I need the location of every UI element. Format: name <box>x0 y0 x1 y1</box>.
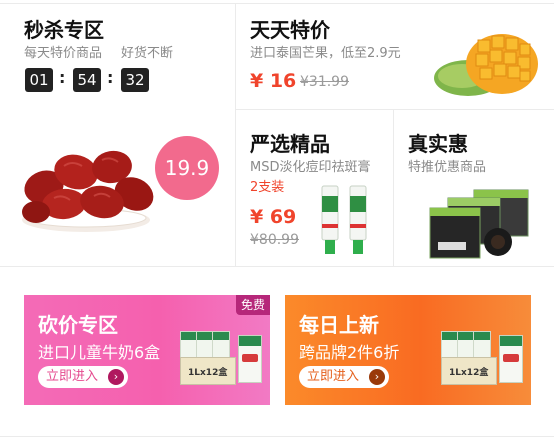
selected-note: 2支装 <box>250 180 285 195</box>
case-label: 1Lx12盒 <box>188 368 228 378</box>
milk-carton-icon: 1Lx12盒 <box>441 331 525 387</box>
chevron-right-icon: › <box>108 369 124 385</box>
price-badge: 19.9 <box>155 136 219 200</box>
new-arrivals-enter-label: 立即进入 <box>307 369 360 384</box>
flash-sale-subtitle: 每天特价商品 <box>24 46 103 61</box>
flash-sale-panel[interactable]: 秒杀专区 每天特价商品 好货不断 01 : 54 : 32 19.9 <box>0 4 235 266</box>
new-arrivals-banner[interactable]: 每日上新 跨品牌2件6折 立即进入 › 1Lx12盒 <box>285 295 531 405</box>
ointment-tube-icon <box>321 185 367 254</box>
free-tag: 免费 <box>236 295 270 315</box>
countdown-minutes: 54 <box>73 68 101 92</box>
flash-sale-title: 秒杀专区 <box>24 18 104 42</box>
divider-section <box>0 266 554 267</box>
bargain-enter-label: 立即进入 <box>46 369 99 384</box>
countdown-seconds: 32 <box>121 68 149 92</box>
selected-price: ¥ 69 <box>250 206 297 228</box>
new-arrivals-subtitle: 跨品牌2件6折 <box>299 343 400 362</box>
case-label: 1Lx12盒 <box>449 368 489 378</box>
selected-panel[interactable]: 严选精品 MSD淡化痘印祛斑膏 2支装 ¥ 69 ¥80.99 <box>236 110 393 266</box>
selected-title: 严选精品 <box>250 132 330 156</box>
real-deal-panel[interactable]: 真实惠 特推优惠商品 <box>394 110 554 266</box>
flash-sale-subtitle-2: 好货不断 <box>121 46 174 61</box>
promo-page: 秒杀专区 每天特价商品 好货不断 01 : 54 : 32 19.9 天天特价 … <box>0 0 554 440</box>
chevron-right-icon: › <box>369 369 385 385</box>
bargain-enter-button[interactable]: 立即进入 › <box>38 366 128 388</box>
product-boxes-icon <box>429 189 529 259</box>
daily-special-panel[interactable]: 天天特价 进口泰国芒果，低至2.9元 ¥ 16 ¥31.99 <box>236 4 554 109</box>
new-arrivals-title: 每日上新 <box>299 313 379 337</box>
new-arrivals-enter-button[interactable]: 立即进入 › <box>299 366 389 388</box>
real-deal-subtitle: 特推优惠商品 <box>408 160 487 175</box>
daily-special-subtitle: 进口泰国芒果，低至2.9元 <box>250 46 401 61</box>
milk-carton-icon: 1Lx12盒 <box>180 331 264 387</box>
bottom-border <box>0 436 554 437</box>
real-deal-title: 真实惠 <box>408 132 468 156</box>
selected-subtitle: MSD淡化痘印祛斑膏 <box>250 160 371 175</box>
daily-special-old-price: ¥31.99 <box>300 74 349 90</box>
selected-old-price: ¥80.99 <box>250 232 299 248</box>
daily-special-price: ¥ 16 <box>250 70 297 92</box>
countdown-hours: 01 <box>25 68 53 92</box>
daily-special-title: 天天特价 <box>250 18 330 42</box>
mango-icon <box>434 34 538 96</box>
countdown-separator: : <box>107 68 114 87</box>
red-dates-icon <box>22 150 154 232</box>
bargain-banner-title: 砍价专区 <box>38 313 118 337</box>
bargain-banner-subtitle: 进口儿童牛奶6盒 <box>38 343 161 362</box>
countdown-separator: : <box>59 68 66 87</box>
bargain-banner[interactable]: 免费 砍价专区 进口儿童牛奶6盒 立即进入 › 1Lx12盒 <box>24 295 270 405</box>
